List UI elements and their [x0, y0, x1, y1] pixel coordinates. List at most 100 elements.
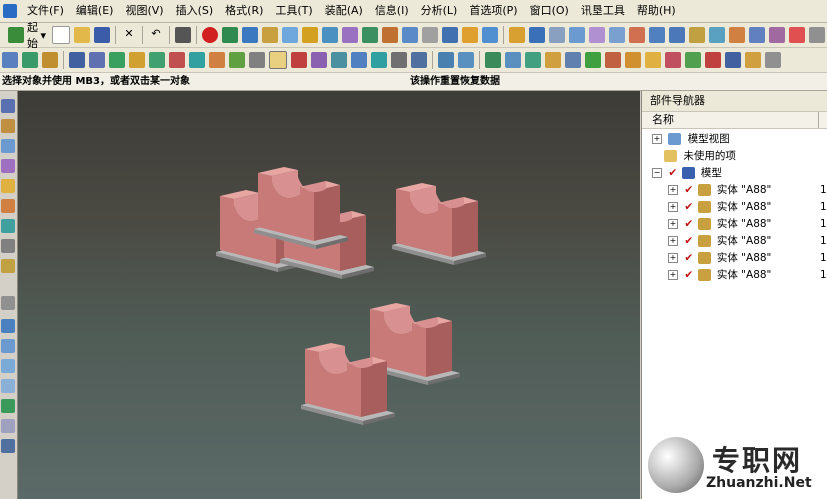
tree-node-model[interactable]: − ✔ 模型: [652, 165, 722, 182]
start-button[interactable]: 起始 ▾: [2, 21, 50, 50]
tree-node-body[interactable]: + ✔ 实体 "A88" 1: [668, 199, 827, 216]
menu-window[interactable]: 窗口(O): [524, 0, 575, 22]
fit-icon[interactable]: [645, 52, 661, 68]
resource-view-icon-3[interactable]: [1, 359, 15, 373]
split-icon[interactable]: [331, 52, 347, 68]
intersect-icon[interactable]: [169, 52, 185, 68]
collapse-icon[interactable]: −: [652, 168, 662, 178]
selected-tool-icon[interactable]: [269, 51, 287, 69]
thicken-icon[interactable]: [351, 52, 367, 68]
view-right-icon[interactable]: [525, 52, 541, 68]
csys-icon[interactable]: [42, 52, 58, 68]
mirror-icon[interactable]: [291, 52, 307, 68]
print-icon[interactable]: [175, 27, 191, 43]
tree-node-body[interactable]: + ✔ 实体 "A88" 1: [668, 250, 827, 267]
resource-view-icon-1[interactable]: [1, 319, 15, 333]
tree-node-body[interactable]: + ✔ 实体 "A88" 1: [668, 182, 827, 199]
expand-icon[interactable]: +: [668, 236, 678, 246]
shell-icon[interactable]: [749, 27, 765, 43]
resource-part-navigator-icon[interactable]: [1, 119, 15, 133]
menu-analysis[interactable]: 分析(L): [415, 0, 464, 22]
tree-node-body[interactable]: + ✔ 实体 "A88" 1: [668, 267, 827, 284]
layer-icon[interactable]: [2, 52, 18, 68]
expand-icon[interactable]: +: [668, 219, 678, 229]
hidden-edges-icon[interactable]: [705, 52, 721, 68]
modeling-icon[interactable]: [442, 27, 458, 43]
sheet-metal-icon[interactable]: [302, 27, 318, 43]
grid-icon[interactable]: [725, 52, 741, 68]
resource-refresh-icon[interactable]: [1, 399, 15, 413]
manufacturing-icon[interactable]: [322, 27, 338, 43]
resource-settings-icon[interactable]: [1, 419, 15, 433]
graphics-window[interactable]: [18, 91, 640, 499]
options-icon[interactable]: [809, 27, 825, 43]
menu-edit[interactable]: 编辑(E): [70, 0, 120, 22]
save-icon[interactable]: [94, 27, 110, 43]
resource-layer-icon[interactable]: [1, 296, 15, 310]
routing-icon[interactable]: [382, 27, 398, 43]
groove-icon[interactable]: [689, 27, 705, 43]
feature-icon[interactable]: [222, 27, 238, 43]
navigator-column-header[interactable]: 名称: [642, 111, 827, 129]
resource-view-icon-2[interactable]: [1, 339, 15, 353]
tree-node-body[interactable]: + ✔ 实体 "A88" 1: [668, 233, 827, 250]
extrude-icon[interactable]: [549, 27, 565, 43]
view-front-icon[interactable]: [505, 52, 521, 68]
checkmark-icon[interactable]: ✔: [684, 218, 693, 230]
checkmark-icon[interactable]: ✔: [684, 269, 693, 281]
list-icon[interactable]: [69, 52, 85, 68]
resource-assembly-navigator-icon[interactable]: [1, 99, 15, 113]
chamfer-icon[interactable]: [729, 27, 745, 43]
subtract-icon[interactable]: [149, 52, 165, 68]
more-tools-icon[interactable]: [765, 52, 781, 68]
text-icon[interactable]: [391, 52, 407, 68]
rotate-icon[interactable]: [625, 52, 641, 68]
trim-icon[interactable]: [789, 27, 805, 43]
view-iso-icon[interactable]: [545, 52, 561, 68]
measure-icon[interactable]: [109, 52, 125, 68]
menu-format[interactable]: 格式(R): [219, 0, 269, 22]
expand-icon[interactable]: +: [668, 202, 678, 212]
view-top-icon[interactable]: [485, 52, 501, 68]
datum-icon[interactable]: [529, 27, 545, 43]
offset-icon[interactable]: [229, 52, 245, 68]
solid-body-4[interactable]: [392, 183, 486, 265]
menu-tools[interactable]: 工具(T): [269, 0, 318, 22]
nx-icon[interactable]: [482, 27, 498, 43]
unite-icon[interactable]: [129, 52, 145, 68]
resource-system-materials-icon[interactable]: [1, 219, 15, 233]
shape-icon[interactable]: [282, 27, 298, 43]
checkmark-icon[interactable]: ✔: [684, 235, 693, 247]
pocket-icon[interactable]: [629, 27, 645, 43]
checkmark-icon[interactable]: ✔: [684, 252, 693, 264]
sew-icon[interactable]: [189, 52, 205, 68]
cut-icon[interactable]: ✕: [121, 27, 137, 43]
sketch-icon[interactable]: [509, 27, 525, 43]
slot-icon[interactable]: [669, 27, 685, 43]
pencil-icon[interactable]: [745, 52, 761, 68]
zoom-icon[interactable]: [585, 52, 601, 68]
gateway-icon[interactable]: [422, 27, 438, 43]
section-icon[interactable]: [665, 52, 681, 68]
menu-help[interactable]: 帮助(H): [631, 0, 682, 22]
resource-history-icon[interactable]: [1, 199, 15, 213]
wcs-icon[interactable]: [22, 52, 38, 68]
checkmark-icon[interactable]: ✔: [684, 184, 693, 196]
menu-information[interactable]: 信息(I): [369, 0, 415, 22]
tree-node-unused-items[interactable]: 未使用的项: [664, 148, 736, 165]
checkmark-icon[interactable]: ✔: [668, 167, 677, 179]
scale-icon[interactable]: [249, 52, 265, 68]
hole-icon[interactable]: [589, 27, 605, 43]
undo-icon[interactable]: ↶: [148, 27, 164, 43]
draft-icon[interactable]: [769, 27, 785, 43]
pan-icon[interactable]: [605, 52, 621, 68]
resource-reuse-library-icon[interactable]: [1, 139, 15, 153]
record-icon[interactable]: [202, 27, 218, 43]
new-file-icon[interactable]: [52, 26, 70, 44]
shape-studio-icon[interactable]: [462, 27, 478, 43]
resource-hd3d-icon[interactable]: [1, 159, 15, 173]
edit-object-icon[interactable]: [89, 52, 105, 68]
resource-process-studio-icon[interactable]: [1, 239, 15, 253]
revolve-icon[interactable]: [569, 27, 585, 43]
motion-icon[interactable]: [362, 27, 378, 43]
